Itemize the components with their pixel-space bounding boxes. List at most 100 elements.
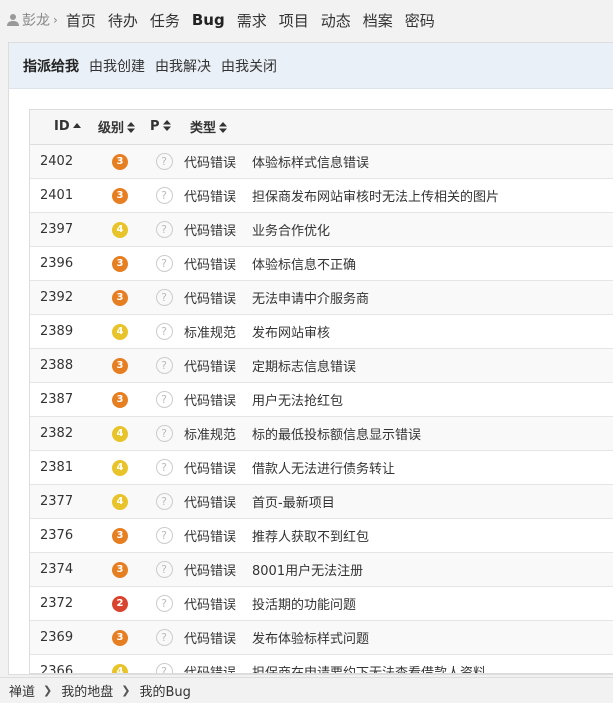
nav-item-password[interactable]: 密码: [405, 10, 435, 31]
bug-title-link[interactable]: 8001用户无法注册: [252, 564, 363, 579]
table-row[interactable]: 2381 4? 代码错误 借款人无法进行债务转让: [30, 450, 613, 484]
bug-title[interactable]: 用户无法抢红包: [252, 382, 613, 416]
table-row[interactable]: 2397 4? 代码错误 业务合作优化: [30, 212, 613, 246]
nav-item-story[interactable]: 需求: [237, 10, 267, 31]
table-row[interactable]: 2402 3? 代码错误 体验标样式信息错误: [30, 144, 613, 178]
bug-title-link[interactable]: 无法申请中介服务商: [252, 292, 369, 307]
bug-id-text[interactable]: 2388: [40, 358, 73, 373]
bug-title[interactable]: 发布体验标样式问题: [252, 620, 613, 654]
bug-title-link[interactable]: 推荐人获取不到红包: [252, 530, 369, 545]
bug-id[interactable]: 2374: [30, 552, 94, 586]
bug-id[interactable]: 2388: [30, 348, 94, 382]
table-row[interactable]: 2366 4? 代码错误 担保商在申请要约下无法查看借款人资料: [30, 654, 613, 674]
bug-title[interactable]: 担保商在申请要约下无法查看借款人资料: [252, 654, 613, 674]
bug-id[interactable]: 2382: [30, 416, 94, 450]
bug-id-text[interactable]: 2396: [40, 256, 73, 271]
bug-title-link[interactable]: 用户无法抢红包: [252, 394, 343, 409]
bug-id-text[interactable]: 2402: [40, 154, 73, 169]
nav-item-task[interactable]: 任务: [150, 10, 180, 31]
bug-id-text[interactable]: 2389: [40, 324, 73, 339]
bug-id-text[interactable]: 2376: [40, 528, 73, 543]
bug-title-link[interactable]: 发布体验标样式问题: [252, 632, 369, 647]
table-row[interactable]: 2372 2? 代码错误 投活期的功能问题: [30, 586, 613, 620]
nav-item-bug[interactable]: Bug: [192, 11, 225, 29]
bug-id-text[interactable]: 2377: [40, 494, 73, 509]
table-row[interactable]: 2388 3? 代码错误 定期标志信息错误: [30, 348, 613, 382]
bug-id-text[interactable]: 2374: [40, 562, 73, 577]
bug-title-link[interactable]: 业务合作优化: [252, 224, 330, 239]
table-row[interactable]: 2369 3? 代码错误 发布体验标样式问题: [30, 620, 613, 654]
table-row[interactable]: 2377 4? 代码错误 首页-最新项目: [30, 484, 613, 518]
column-header-priority[interactable]: P: [146, 110, 182, 145]
bug-id-text[interactable]: 2372: [40, 596, 73, 611]
bug-id[interactable]: 2372: [30, 586, 94, 620]
bug-title-link[interactable]: 发布网站审核: [252, 326, 330, 341]
bug-title-link[interactable]: 定期标志信息错误: [252, 360, 356, 375]
table-row[interactable]: 2376 3? 代码错误 推荐人获取不到红包: [30, 518, 613, 552]
bug-id[interactable]: 2401: [30, 178, 94, 212]
breadcrumb-item-my-space[interactable]: 我的地盘: [61, 681, 113, 700]
bug-id-text[interactable]: 2401: [40, 188, 73, 203]
column-header-level[interactable]: 级别: [94, 110, 146, 145]
table-row[interactable]: 2392 3? 代码错误 无法申请中介服务商: [30, 280, 613, 314]
breadcrumb-item-zentao[interactable]: 禅道: [9, 681, 35, 700]
bug-id[interactable]: 2387: [30, 382, 94, 416]
nav-item-dynamic[interactable]: 动态: [321, 10, 351, 31]
bug-id[interactable]: 2397: [30, 212, 94, 246]
bug-title[interactable]: 发布网站审核: [252, 314, 613, 348]
bug-title[interactable]: 8001用户无法注册: [252, 552, 613, 586]
bug-id-text[interactable]: 2397: [40, 222, 73, 237]
bug-title[interactable]: 定期标志信息错误: [252, 348, 613, 382]
nav-item-project[interactable]: 项目: [279, 10, 309, 31]
bug-id[interactable]: 2381: [30, 450, 94, 484]
bug-id[interactable]: 2389: [30, 314, 94, 348]
table-row[interactable]: 2389 4? 标准规范 发布网站审核: [30, 314, 613, 348]
column-header-id[interactable]: ID: [30, 110, 94, 145]
nav-item-home[interactable]: 首页: [66, 10, 96, 31]
tab-created-by-me[interactable]: 由我创建: [89, 56, 145, 76]
bug-title[interactable]: 业务合作优化: [252, 212, 613, 246]
bug-title[interactable]: 借款人无法进行债务转让: [252, 450, 613, 484]
bug-id-text[interactable]: 2392: [40, 290, 73, 305]
bug-id-text[interactable]: 2387: [40, 392, 73, 407]
bug-id[interactable]: 2366: [30, 654, 94, 674]
bug-title-link[interactable]: 体验标样式信息错误: [252, 156, 369, 171]
bug-title-link[interactable]: 首页-最新项目: [252, 496, 335, 511]
bug-id[interactable]: 2376: [30, 518, 94, 552]
bug-id[interactable]: 2396: [30, 246, 94, 280]
bug-title[interactable]: 体验标信息不正确: [252, 246, 613, 280]
bug-title[interactable]: 投活期的功能问题: [252, 586, 613, 620]
column-header-type[interactable]: 类型: [182, 110, 252, 145]
bug-id-text[interactable]: 2382: [40, 426, 73, 441]
bug-title[interactable]: 无法申请中介服务商: [252, 280, 613, 314]
bug-title-link[interactable]: 体验标信息不正确: [252, 258, 356, 273]
bug-id-text[interactable]: 2381: [40, 460, 73, 475]
table-row[interactable]: 2387 3? 代码错误 用户无法抢红包: [30, 382, 613, 416]
bug-id-text[interactable]: 2366: [40, 664, 73, 674]
bug-id[interactable]: 2369: [30, 620, 94, 654]
bug-title[interactable]: 推荐人获取不到红包: [252, 518, 613, 552]
table-row[interactable]: 2382 4? 标准规范 标的最低投标额信息显示错误: [30, 416, 613, 450]
bug-title-link[interactable]: 标的最低投标额信息显示错误: [252, 428, 421, 443]
bug-title[interactable]: 体验标样式信息错误: [252, 144, 613, 178]
tab-assigned-to-me[interactable]: 指派给我: [23, 56, 79, 76]
tab-closed-by-me[interactable]: 由我关闭: [221, 56, 277, 76]
nav-item-todo[interactable]: 待办: [108, 10, 138, 31]
bug-title-link[interactable]: 担保商在申请要约下无法查看借款人资料: [252, 666, 486, 674]
nav-item-profile[interactable]: 档案: [363, 10, 393, 31]
table-row[interactable]: 2374 3? 代码错误 8001用户无法注册: [30, 552, 613, 586]
table-row[interactable]: 2396 3? 代码错误 体验标信息不正确: [30, 246, 613, 280]
bug-id[interactable]: 2392: [30, 280, 94, 314]
tab-resolved-by-me[interactable]: 由我解决: [155, 56, 211, 76]
bug-title[interactable]: 首页-最新项目: [252, 484, 613, 518]
bug-title[interactable]: 担保商发布网站审核时无法上传相关的图片: [252, 178, 613, 212]
bug-title-link[interactable]: 借款人无法进行债务转让: [252, 462, 395, 477]
bug-title-link[interactable]: 担保商发布网站审核时无法上传相关的图片: [252, 190, 499, 205]
bug-id[interactable]: 2402: [30, 144, 94, 178]
bug-id[interactable]: 2377: [30, 484, 94, 518]
table-row[interactable]: 2401 3? 代码错误 担保商发布网站审核时无法上传相关的图片: [30, 178, 613, 212]
bug-id-text[interactable]: 2369: [40, 630, 73, 645]
bug-title-link[interactable]: 投活期的功能问题: [252, 598, 356, 613]
user-menu[interactable]: 彭龙 ›: [6, 10, 58, 30]
bug-title[interactable]: 标的最低投标额信息显示错误: [252, 416, 613, 450]
